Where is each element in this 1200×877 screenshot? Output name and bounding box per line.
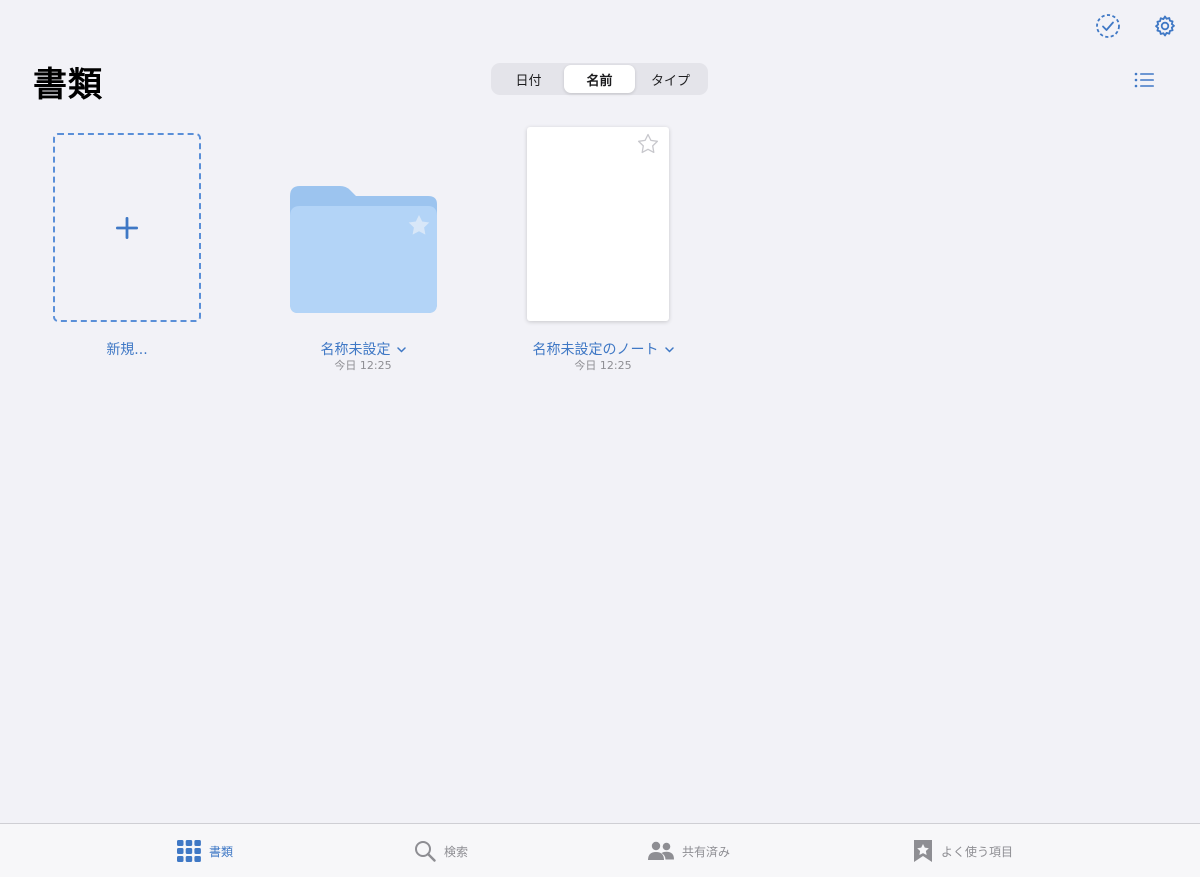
document-name: 名称未設定のノート: [532, 342, 659, 358]
sort-segmented-control: 日付 名前 タイプ: [491, 63, 708, 95]
new-document-tile[interactable]: [53, 133, 201, 322]
bookmark-star-icon: [914, 840, 932, 862]
folder-item[interactable]: [288, 186, 438, 314]
page-title: 書類: [33, 65, 103, 105]
folder-name-label[interactable]: 名称未設定: [288, 339, 438, 359]
tab-shared[interactable]: 共有済み: [648, 824, 730, 877]
grid-icon: [177, 840, 201, 862]
folder-name: 名称未設定: [320, 342, 391, 358]
folder-icon: [290, 186, 437, 313]
select-button[interactable]: [1094, 12, 1122, 40]
sort-tab-name[interactable]: 名前: [564, 65, 635, 93]
gear-icon: [1155, 15, 1175, 37]
document-date: 今日 12:25: [574, 359, 632, 372]
document-name-label[interactable]: 名称未設定のノート: [517, 339, 689, 359]
settings-button[interactable]: [1151, 12, 1179, 40]
plus-icon: [116, 216, 138, 239]
tab-documents[interactable]: 書類: [177, 824, 233, 877]
tab-shared-label: 共有済み: [682, 844, 731, 859]
tab-bar: 書類 検索 共有済み よく使う項目: [0, 823, 1200, 877]
folder-date: 今日 12:25: [334, 359, 392, 372]
tab-favorites-label: よく使う項目: [941, 844, 1014, 859]
list-icon: [1134, 72, 1154, 88]
sort-tab-date[interactable]: 日付: [493, 65, 564, 93]
chevron-down-icon: [396, 347, 406, 353]
people-icon: [648, 841, 674, 860]
new-document-label[interactable]: 新規...: [53, 339, 201, 359]
search-icon: [415, 841, 436, 862]
star-icon[interactable]: [637, 133, 659, 155]
tab-search-label: 検索: [444, 844, 469, 859]
checkmark-circle-icon: [1096, 14, 1120, 38]
document-item[interactable]: [527, 127, 669, 321]
list-view-button[interactable]: [1131, 66, 1159, 94]
chevron-down-icon: [664, 347, 674, 353]
sort-tab-type[interactable]: タイプ: [635, 65, 706, 93]
tab-documents-label: 書類: [209, 844, 234, 859]
tab-search[interactable]: 検索: [414, 824, 468, 877]
tab-favorites[interactable]: よく使う項目: [913, 824, 1013, 877]
